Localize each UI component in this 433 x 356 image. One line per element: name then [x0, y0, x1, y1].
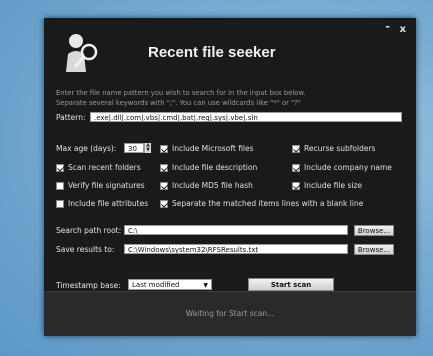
- minimize-button[interactable]: -: [385, 20, 390, 33]
- app-window: - x Recent file seeker Enter the file na…: [44, 18, 416, 336]
- search-path-browse-button[interactable]: Browse...: [354, 225, 394, 236]
- option-label: Verify file signatures: [68, 181, 145, 190]
- option-label: Include file size: [304, 181, 363, 190]
- opt-include-file-attributes[interactable]: Include file attributes: [56, 199, 148, 208]
- checkbox[interactable]: [292, 181, 300, 190]
- chevron-down-icon: ▼: [203, 282, 208, 289]
- max-age-input[interactable]: 30: [124, 143, 144, 153]
- close-button[interactable]: x: [400, 24, 406, 35]
- checkbox[interactable]: [56, 181, 64, 190]
- max-age-label: Max age (days):: [56, 144, 117, 153]
- pattern-input[interactable]: .exe|.dll|.com|.vbs|.cmd|.bat|.reg|.sys|…: [90, 112, 402, 122]
- opt-recurse-subfolders[interactable]: Recurse subfolders: [292, 144, 375, 153]
- opt-separate-lines[interactable]: Separate the matched items lines with a …: [160, 199, 363, 208]
- opt-include-microsoft-files[interactable]: Include Microsoft files: [160, 144, 254, 153]
- timestamp-select[interactable]: Last modified ▼: [128, 279, 212, 290]
- instructions-text: Enter the file name pattern you wish to …: [56, 88, 406, 108]
- search-path-label: Search path root:: [56, 226, 122, 235]
- opt-include-company-name[interactable]: Include company name: [292, 163, 392, 172]
- timestamp-label: Timestamp base:: [56, 281, 121, 290]
- checkbox[interactable]: [56, 199, 64, 208]
- option-label: Recurse subfolders: [304, 144, 376, 153]
- save-results-label: Save results to:: [56, 245, 115, 254]
- instructions-line: Enter the file name pattern you wish to …: [56, 89, 306, 97]
- option-label: Include file description: [172, 163, 258, 172]
- option-label: Include MD5 file hash: [172, 181, 253, 190]
- save-results-input[interactable]: C:\Windows\system32\RFSResults.txt: [124, 244, 348, 254]
- checkbox[interactable]: [56, 163, 64, 172]
- timestamp-value: Last modified: [132, 281, 180, 289]
- option-label: Scan recent folders: [68, 163, 141, 172]
- instructions-line: Separate several keywords with ";". You …: [56, 99, 301, 107]
- checkbox[interactable]: [160, 181, 168, 190]
- start-scan-button[interactable]: Start scan: [248, 278, 334, 291]
- checkbox[interactable]: [160, 163, 168, 172]
- app-title: Recent file seeker: [148, 44, 276, 61]
- magnifier-person-icon: [66, 34, 98, 72]
- checkbox[interactable]: [292, 163, 300, 172]
- max-age-spinner[interactable]: ▲ ▼: [144, 143, 151, 153]
- search-path-input[interactable]: C:\: [124, 225, 348, 235]
- checkbox[interactable]: [292, 144, 300, 153]
- opt-include-md5-hash[interactable]: Include MD5 file hash: [160, 181, 253, 190]
- pattern-label: Pattern:: [56, 113, 86, 122]
- opt-verify-file-signatures[interactable]: Verify file signatures: [56, 181, 145, 190]
- save-results-browse-button[interactable]: Browse...: [354, 244, 394, 255]
- checkbox[interactable]: [160, 144, 168, 153]
- status-text: Waiting for Start scan...: [185, 309, 275, 318]
- option-label: Separate the matched items lines with a …: [172, 199, 364, 208]
- option-label: Include company name: [304, 163, 392, 172]
- opt-include-file-description[interactable]: Include file description: [160, 163, 257, 172]
- opt-scan-recent-folders[interactable]: Scan recent folders: [56, 163, 141, 172]
- option-label: Include file attributes: [68, 199, 149, 208]
- status-bar: Waiting for Start scan...: [44, 291, 416, 336]
- checkbox[interactable]: [160, 199, 168, 208]
- opt-include-file-size[interactable]: Include file size: [292, 181, 362, 190]
- option-label: Include Microsoft files: [172, 144, 254, 153]
